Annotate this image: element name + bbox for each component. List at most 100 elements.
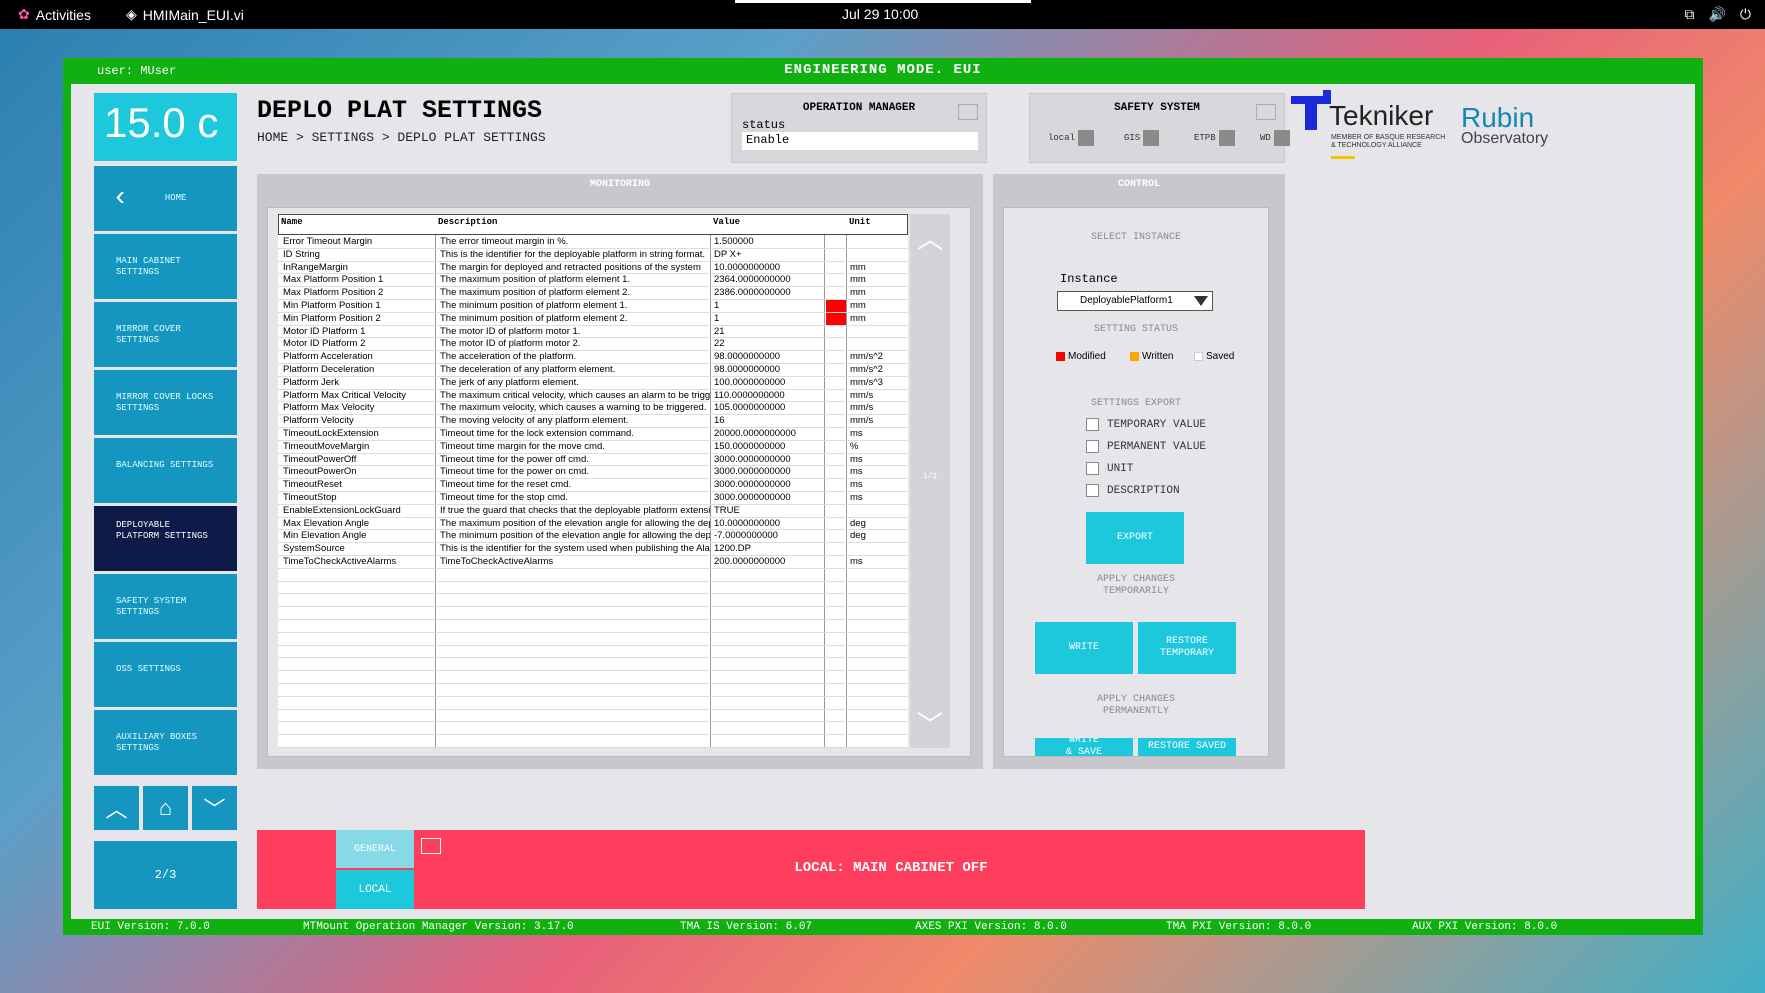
table-row[interactable]: InRangeMargin The margin for deployed and… [278, 262, 908, 275]
table-row[interactable] [278, 569, 908, 582]
table-row[interactable]: Error Timeout Margin The error timeout ma… [278, 236, 908, 249]
cell-value[interactable]: 98.0000000000 [714, 364, 824, 376]
table-row[interactable]: TimeoutPowerOff Timeout time for the powe… [278, 454, 908, 467]
cell-value[interactable]: 21 [714, 326, 824, 338]
sidebar-item-balancing[interactable]: BALANCING SETTINGS [94, 438, 237, 503]
table-row[interactable] [278, 684, 908, 697]
table-row[interactable] [278, 697, 908, 710]
table-row[interactable]: TimeoutLockExtension Timeout time for the… [278, 428, 908, 441]
table-row[interactable] [278, 594, 908, 608]
tab-local[interactable]: LOCAL [336, 870, 414, 909]
nav-down-button[interactable]: ﹀ [192, 786, 237, 830]
restore-temporary-button[interactable]: RESTORE TEMPORARY [1138, 622, 1236, 674]
cell-value[interactable]: DP X+ [714, 249, 824, 261]
cell-value[interactable]: 10.0000000000 [714, 518, 824, 530]
cursor-icon[interactable] [958, 104, 978, 120]
cell-value[interactable]: 110.0000000000 [714, 390, 824, 402]
sidebar-item-mirror-cover[interactable]: MIRROR COVER SETTINGS [94, 302, 237, 367]
table-row[interactable]: Min Platform Position 1 The minimum posit… [278, 300, 908, 313]
export-description-checkbox[interactable]: DESCRIPTION [1086, 484, 1180, 497]
table-row[interactable]: TimeoutStop Timeout time for the stop cmd… [278, 492, 908, 505]
cursor-icon[interactable] [1256, 104, 1276, 120]
table-row[interactable]: TimeToCheckActiveAlarms TimeToCheckActive… [278, 556, 908, 569]
table-row[interactable]: EnableExtensionLockGuard If true the guar… [278, 505, 908, 518]
app-menu[interactable]: ◈ HMIMain_EUI.vi [126, 6, 244, 23]
table-row[interactable] [278, 722, 908, 736]
cursor-icon[interactable] [421, 838, 441, 854]
table-row[interactable] [278, 646, 908, 659]
sidebar-item-safety-system[interactable]: SAFETY SYSTEM SETTINGS [94, 574, 237, 639]
table-row[interactable]: Motor ID Platform 1 The motor ID of platf… [278, 326, 908, 339]
table-scrollbar[interactable]: ︿ 1/1 ﹀ [910, 214, 950, 748]
cell-value[interactable]: 22 [714, 338, 824, 350]
settings-table[interactable]: Name Description Value Unit Error Timeou… [278, 214, 908, 748]
export-temporary-checkbox[interactable]: TEMPORARY VALUE [1086, 418, 1206, 431]
cell-value[interactable]: 2386.0000000000 [714, 287, 824, 299]
cell-value[interactable]: 1 [714, 313, 824, 325]
cell-value[interactable]: 16 [714, 415, 824, 427]
table-row[interactable] [278, 633, 908, 646]
table-row[interactable] [278, 671, 908, 684]
tab-general[interactable]: GENERAL [336, 830, 414, 868]
table-row[interactable] [278, 658, 908, 672]
table-row[interactable]: ID String This is the identifier for the … [278, 249, 908, 262]
table-row[interactable]: SystemSource This is the identifier for t… [278, 543, 908, 556]
sidebar-item-oss[interactable]: OSS SETTINGS [94, 642, 237, 707]
cell-value[interactable]: 3000.0000000000 [714, 492, 824, 504]
sidebar-item-mirror-cover-locks[interactable]: MIRROR COVER LOCKS SETTINGS [94, 370, 237, 435]
table-row[interactable]: Platform Max Velocity The maximum velocit… [278, 402, 908, 416]
cell-value[interactable]: 2364.0000000000 [714, 274, 824, 286]
export-button[interactable]: EXPORT [1086, 512, 1184, 564]
system-tray[interactable]: ⧉ 🔊 ⏻ [1684, 6, 1751, 23]
table-row[interactable]: TimeoutPowerOn Timeout time for the power… [278, 466, 908, 480]
table-row[interactable]: Platform Velocity The moving velocity of … [278, 415, 908, 428]
cell-value[interactable]: 100.0000000000 [714, 377, 824, 389]
sidebar-item-deployable-platform[interactable]: DEPLOYABLE PLATFORM SETTINGS [94, 506, 237, 571]
instance-select[interactable]: DeployablePlatform1 [1057, 291, 1213, 311]
table-row[interactable]: Platform Deceleration The deceleration of… [278, 364, 908, 377]
nav-up-button[interactable]: ︿ [94, 786, 139, 830]
cell-value[interactable]: 98.0000000000 [714, 351, 824, 363]
table-row[interactable]: Max Elevation Angle The maximum position … [278, 518, 908, 531]
table-row[interactable] [278, 607, 908, 620]
table-row[interactable]: Max Platform Position 2 The maximum posit… [278, 287, 908, 300]
table-row[interactable] [278, 582, 908, 595]
table-row[interactable]: Max Platform Position 1 The maximum posit… [278, 274, 908, 288]
table-row[interactable]: Platform Jerk The jerk of any platform el… [278, 377, 908, 390]
scroll-up-button[interactable]: ︿ [910, 222, 950, 254]
table-row[interactable] [278, 735, 908, 748]
write-save-button[interactable]: WRITE & SAVE [1035, 738, 1133, 756]
cell-value[interactable]: 200.0000000000 [714, 556, 824, 568]
table-row[interactable]: Min Platform Position 2 The minimum posit… [278, 312, 908, 326]
sidebar-item-auxiliary-boxes[interactable]: AUXILIARY BOXES SETTINGS [94, 710, 237, 775]
cell-value[interactable]: 150.0000000000 [714, 441, 824, 453]
nav-home-button[interactable]: ⌂ [143, 786, 188, 830]
activities-button[interactable]: ✿ Activities [18, 6, 91, 23]
table-row[interactable]: Min Elevation Angle The minimum position … [278, 530, 908, 544]
table-row[interactable]: Platform Max Critical Velocity The maximu… [278, 390, 908, 403]
table-row[interactable]: TimeoutReset Timeout time for the reset c… [278, 479, 908, 492]
table-row[interactable] [278, 710, 908, 723]
table-row[interactable]: Platform Acceleration The acceleration of… [278, 351, 908, 364]
write-button[interactable]: WRITE [1035, 622, 1133, 674]
home-nav-button[interactable]: ‹ HOME [94, 166, 237, 231]
cell-value[interactable]: 1.500000 [714, 236, 824, 248]
cell-value[interactable]: 1 [714, 300, 824, 312]
cell-value[interactable]: 3000.0000000000 [714, 479, 824, 491]
cell-value[interactable]: 3000.0000000000 [714, 466, 824, 478]
cell-value[interactable]: 10.0000000000 [714, 262, 824, 274]
cell-value[interactable]: -7.0000000000 [714, 530, 824, 542]
cell-value[interactable]: TRUE [714, 505, 824, 517]
restore-saved-button[interactable]: RESTORE SAVED [1138, 738, 1236, 756]
table-row[interactable]: Motor ID Platform 2 The motor ID of platf… [278, 338, 908, 352]
cell-value[interactable]: 105.0000000000 [714, 402, 824, 414]
export-unit-checkbox[interactable]: UNIT [1086, 462, 1133, 475]
cell-value[interactable]: 1200.DP [714, 543, 824, 555]
cell-value[interactable]: 3000.0000000000 [714, 454, 824, 466]
cell-value[interactable]: 20000.0000000000 [714, 428, 824, 440]
sidebar-item-main-cabinet[interactable]: MAIN CABINET SETTINGS [94, 234, 237, 299]
table-row[interactable]: TimeoutMoveMargin Timeout time margin for… [278, 441, 908, 454]
clock[interactable]: Jul 29 10:00 [842, 6, 918, 22]
scroll-down-button[interactable]: ﹀ [910, 708, 950, 740]
export-permanent-checkbox[interactable]: PERMANENT VALUE [1086, 440, 1206, 453]
